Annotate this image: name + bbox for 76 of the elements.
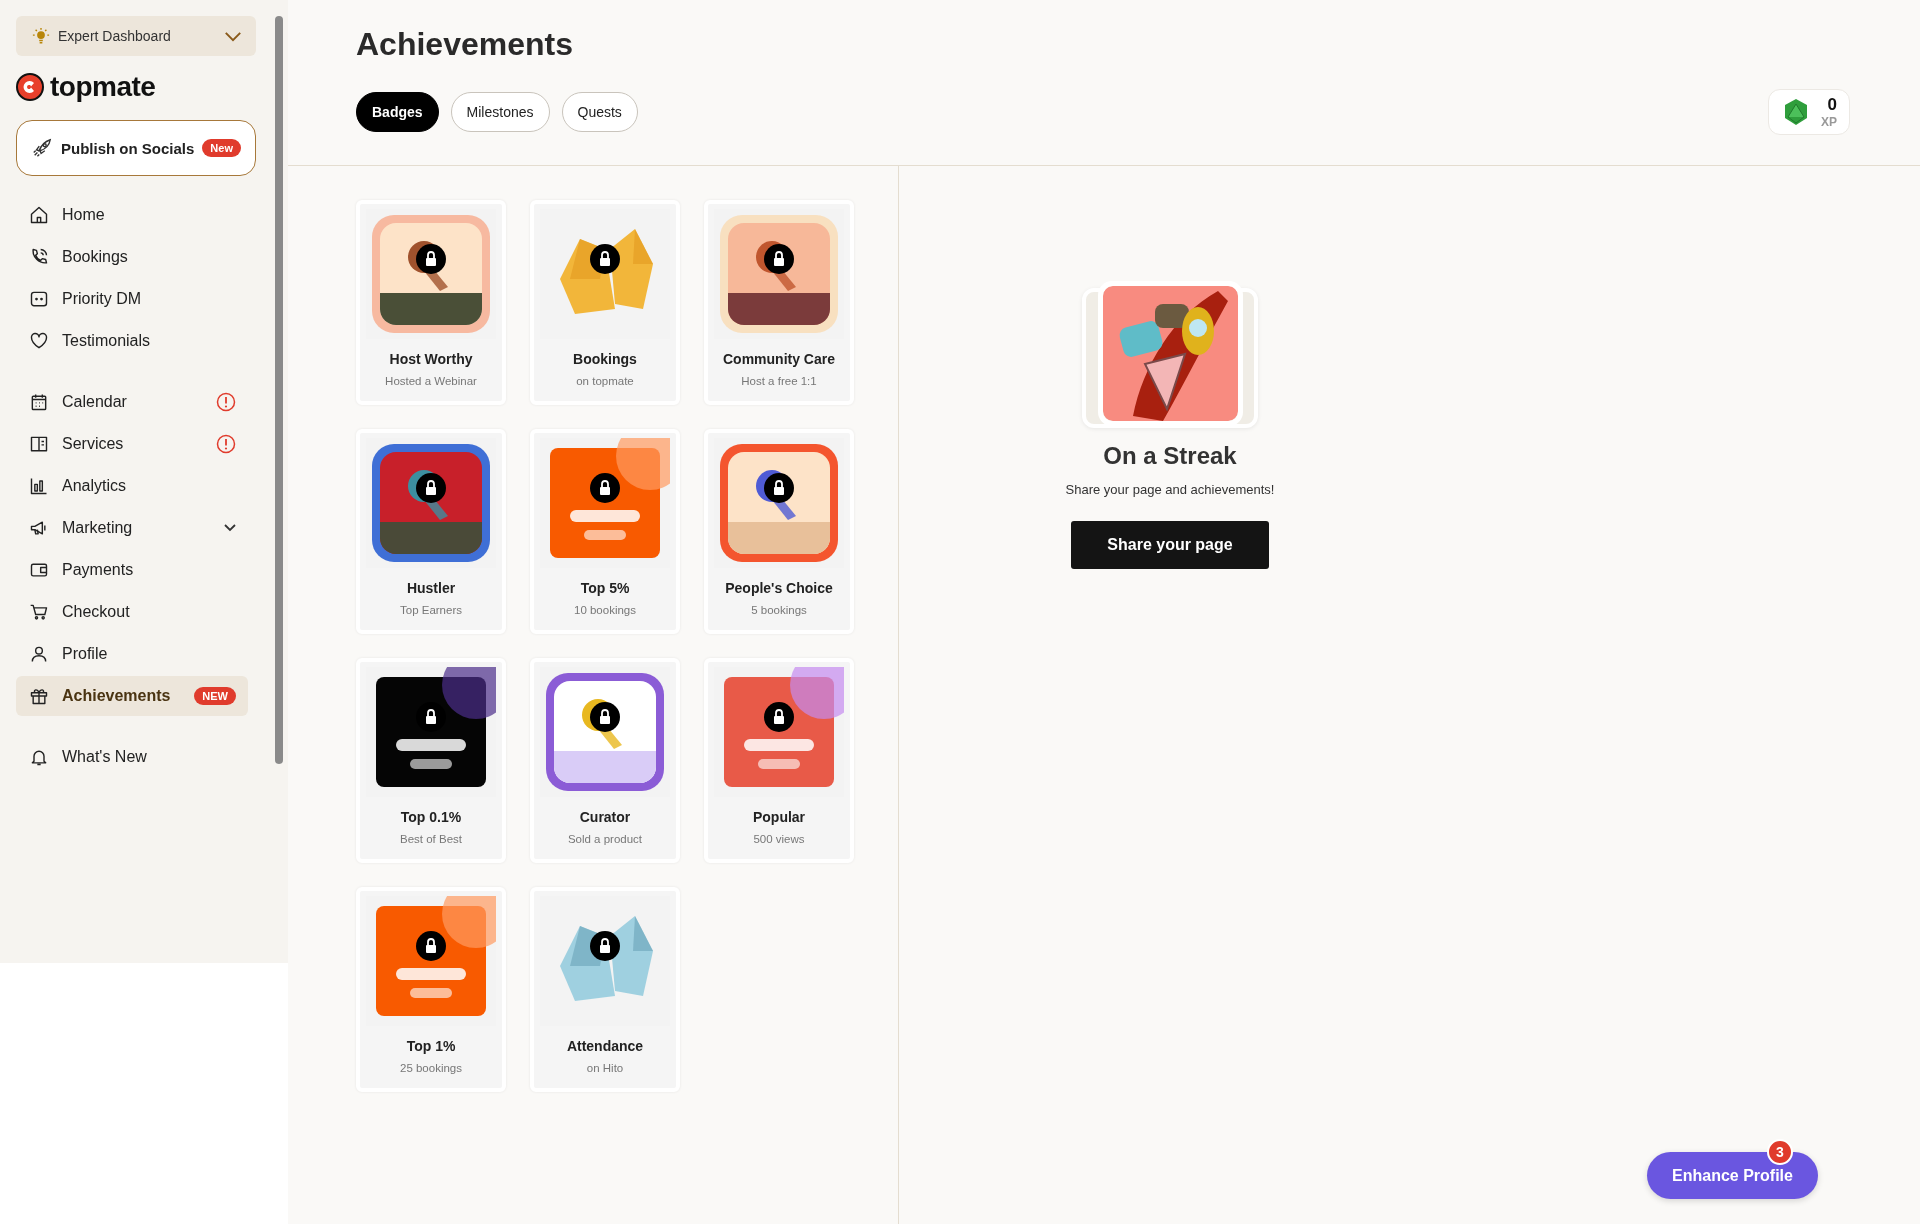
badge-card[interactable]: Host Worthy Hosted a Webinar [356,200,506,405]
logo-icon [16,73,44,101]
badge-title: Top 5% [580,580,630,596]
rocket-icon [31,137,53,159]
nav-item[interactable]: Analytics [16,466,248,506]
xp-value: 0 [1827,96,1837,113]
badge-subtitle: on topmate [576,375,634,387]
cart-icon [29,602,49,622]
chat-icon [29,289,49,309]
chart-icon [29,476,49,496]
nav-item[interactable]: Achievements NEW [16,676,248,716]
badge-title: People's Choice [725,580,833,596]
nav-item[interactable]: Services [16,424,248,464]
badge-subtitle: 5 bookings [751,604,807,616]
badge-card[interactable]: Hustler Top Earners [356,429,506,634]
badge-title: Host Worthy [389,351,473,367]
badge-title: Bookings [573,351,637,367]
home-icon [29,205,49,225]
nav-item[interactable]: Calendar [16,382,248,422]
heart-icon [29,331,49,351]
badge-card[interactable]: Top 1% 25 bookings [356,887,506,1092]
nav-item[interactable]: What's New [16,737,248,777]
badge-card[interactable]: Attendance on Hito [530,887,680,1092]
gift-icon [29,686,49,706]
badge-subtitle: Sold a product [567,833,643,845]
nav-item[interactable]: Payments [16,550,248,590]
nav-item[interactable]: Marketing [16,508,248,548]
new-badge: New [202,139,241,157]
tab[interactable]: Badges [356,92,439,132]
share-button[interactable]: Share your page [1071,521,1269,569]
nav-item[interactable]: Profile [16,634,248,674]
badge-title: Top 0.1% [400,809,462,825]
services-icon [29,434,49,454]
badge-title: Hustler [406,580,456,596]
badge-card[interactable]: Curator Sold a product [530,658,680,863]
badge-subtitle: 500 views [753,833,805,845]
nav-item[interactable]: Checkout [16,592,248,632]
nav-item[interactable]: Home [16,195,248,235]
badge-subtitle: Top Earners [400,604,462,616]
badge-subtitle: Hosted a Webinar [385,375,477,387]
wallet-icon [29,560,49,580]
sun-icon [32,27,50,45]
badge-card[interactable]: Bookings on topmate [530,200,680,405]
nav-item[interactable]: Bookings [16,237,248,277]
featured-text: Share your page and achievements! [1065,482,1275,497]
badge-card[interactable]: Top 0.1% Best of Best [356,658,506,863]
nav-item[interactable]: Priority DM [16,279,248,319]
featured-title: On a Streak [1103,442,1237,470]
person-icon [29,644,49,664]
badge-subtitle: on Hito [586,1062,624,1074]
badge-title: Curator [579,809,631,825]
badge-card[interactable]: Community Care Host a free 1:1 [704,200,854,405]
badge-subtitle: Best of Best [400,833,462,845]
badge-subtitle: Host a free 1:1 [741,375,817,387]
chevron-down-icon [224,30,242,42]
page-title: Achievements [356,26,574,63]
badge-card[interactable]: Top 5% 10 bookings [530,429,680,634]
badge-subtitle: 10 bookings [574,604,636,616]
calendar-icon [29,392,49,412]
badge-title: Attendance [566,1038,644,1054]
notification-count: 3 [1767,1139,1793,1165]
tab[interactable]: Quests [561,92,638,132]
badge-title: Top 1% [406,1038,456,1054]
publish-button[interactable]: Publish on Socials New [16,120,256,176]
badge-card[interactable]: People's Choice 5 bookings [704,429,854,634]
xp-unit: XP [1821,116,1837,128]
tab[interactable]: Milestones [450,92,550,132]
dashboard-switch[interactable]: Expert Dashboard [16,16,256,56]
badge-title: Popular [752,809,806,825]
badge-title: Community Care [723,351,835,367]
phone-icon [29,247,49,267]
badge-subtitle: 25 bookings [400,1062,462,1074]
badge-card[interactable]: Popular 500 views [704,658,854,863]
nav-item[interactable]: Testimonials [16,321,248,361]
logo-text: topmate [50,71,156,103]
new-badge: NEW [194,687,236,705]
